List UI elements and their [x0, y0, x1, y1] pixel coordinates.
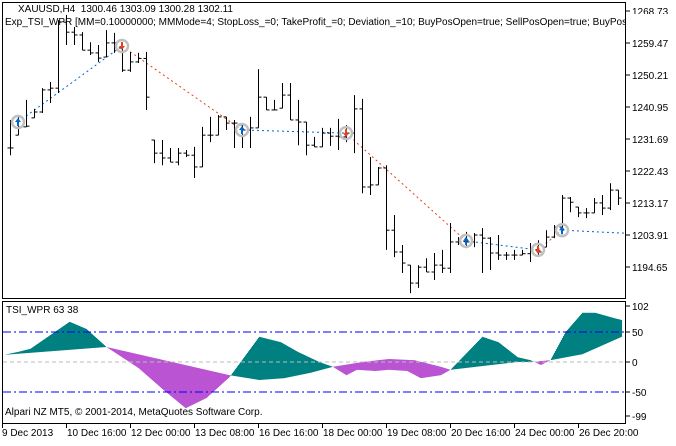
time-tick-label: 10 Dec 16:00 [67, 428, 127, 439]
indicator-tick-label: -50 [632, 388, 647, 399]
symbol-info: XAUUSD,H4 1300.46 1303.09 1300.28 1302.1… [18, 4, 233, 15]
expert-info: Exp_TSI_WPR [MM=0.10000000; MMMode=4; St… [5, 17, 659, 28]
time-tick-label: 26 Dec 20:00 [579, 428, 639, 439]
time-tick-label: 16 Dec 16:00 [259, 428, 319, 439]
time-axis: 9 Dec 2013 10 Dec 16:00 12 Dec 00:00 13 Dec… [2, 424, 639, 439]
indicator-tick-label: 102 [632, 302, 649, 313]
copyright-text: Alpari NZ MT5, © 2001-2014, MetaQuotes S… [5, 407, 262, 418]
time-tick-label: 20 Dec 16:00 [451, 428, 511, 439]
indicator-tick-label: 50 [632, 328, 644, 339]
time-tick-label: 19 Dec 08:00 [387, 428, 447, 439]
price-panel-frame [2, 2, 626, 299]
price-tick-label: 1240.95 [632, 103, 669, 114]
price-tick-label: 1222.43 [632, 167, 669, 178]
price-tick-label: 1231.69 [632, 135, 669, 146]
price-tick-label: 1213.17 [632, 199, 669, 210]
indicator-tick-label: 0 [632, 358, 638, 369]
price-axis: 1268.731259.471250.211240.951231.691222.… [626, 7, 669, 274]
time-tick-label: 12 Dec 00:00 [131, 428, 191, 439]
price-tick-label: 1250.21 [632, 71, 669, 82]
time-tick-label: 13 Dec 08:00 [195, 428, 255, 439]
price-panel[interactable]: XAUUSD,H4 1300.46 1303.09 1300.28 1302.1… [2, 2, 669, 299]
indicator-tick-label: -99 [632, 412, 647, 423]
price-tick-label: 1203.91 [632, 231, 669, 242]
price-tick-label: 1194.65 [632, 263, 668, 274]
time-tick-label: 9 Dec 2013 [2, 428, 54, 439]
time-tick-label: 24 Dec 00:00 [515, 428, 575, 439]
price-tick-label: 1259.47 [632, 39, 669, 50]
time-tick-label: 18 Dec 00:00 [323, 428, 383, 439]
indicator-label: TSI_WPR 63 38 [6, 305, 79, 316]
indicator-axis: 102 50 0 -50 -99 [626, 302, 649, 423]
indicator-panel[interactable]: TSI_WPR 63 38 Alpari NZ MT5, © 2001-2014… [2, 301, 650, 424]
trading-chart[interactable]: XAUUSD,H4 1300.46 1303.09 1300.28 1302.1… [0, 0, 676, 441]
